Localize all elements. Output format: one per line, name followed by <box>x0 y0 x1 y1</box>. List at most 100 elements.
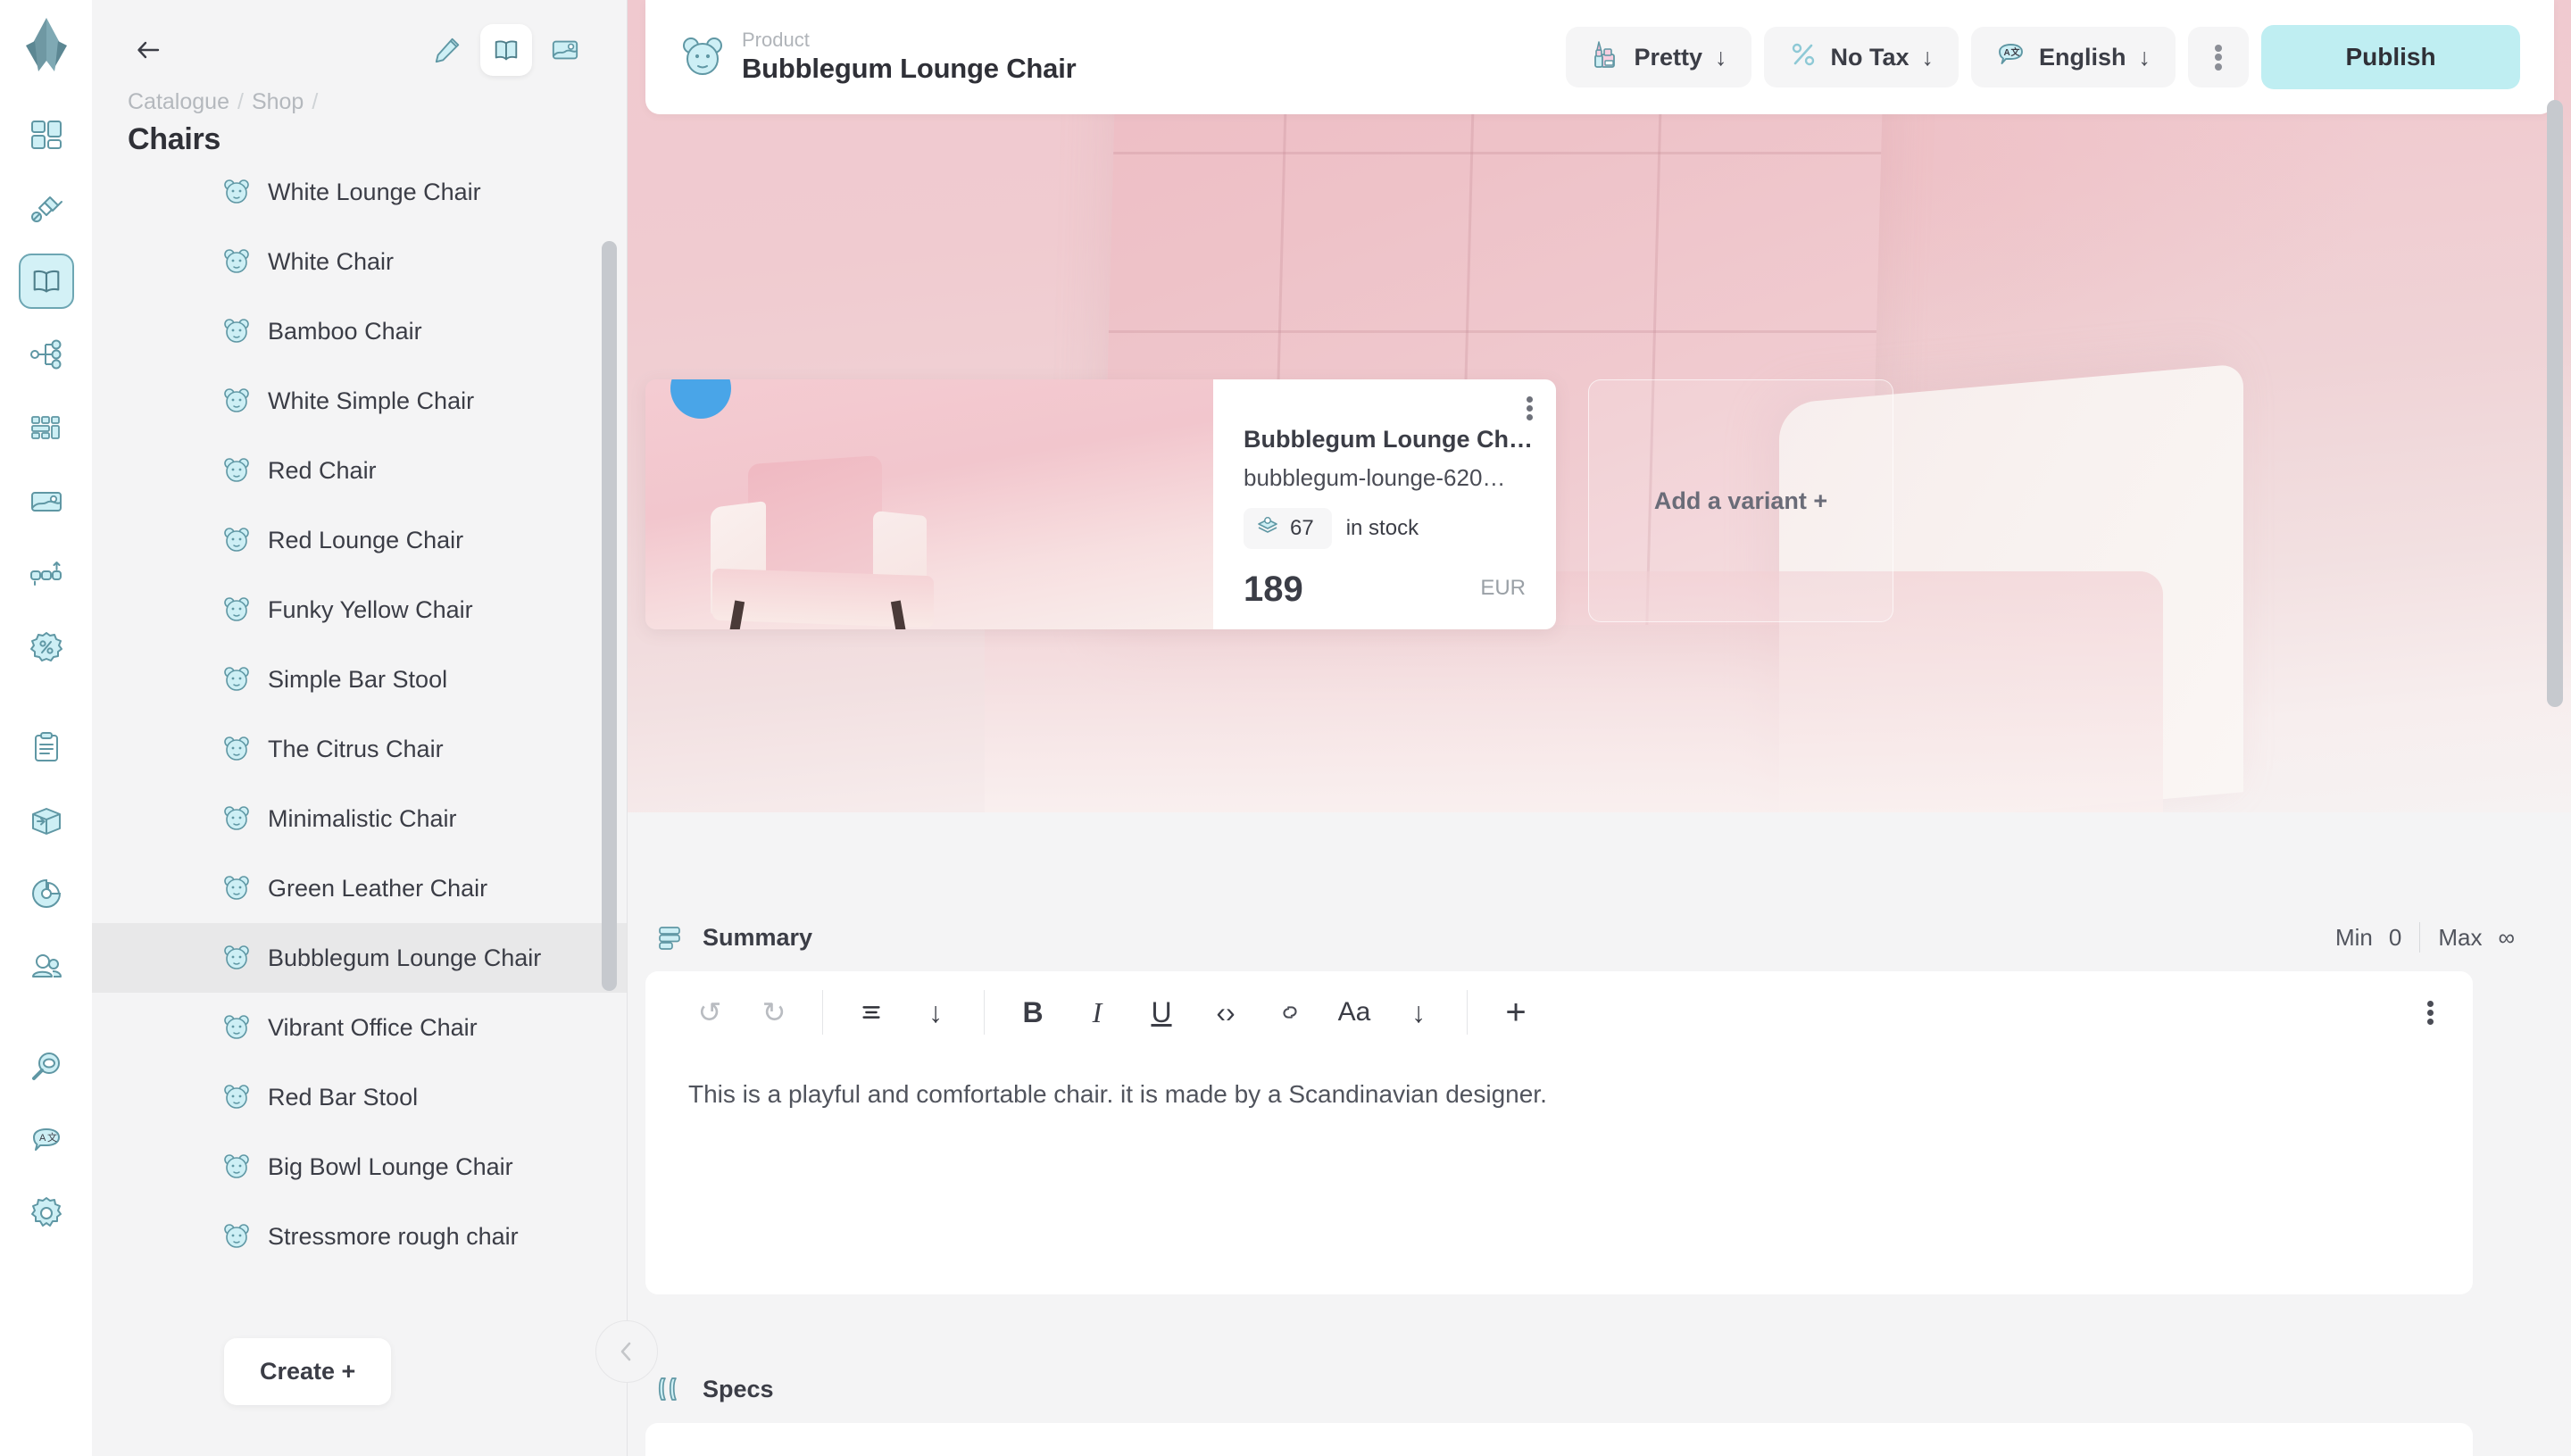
list-item[interactable]: Simple Bar Stool <box>92 645 627 714</box>
bear-avatar-icon <box>221 177 252 207</box>
publish-button[interactable]: Publish <box>2261 25 2520 89</box>
language-selector-button[interactable]: A 文 English ↓ <box>1970 27 2176 87</box>
stock-count-field[interactable]: 67 <box>1244 508 1332 549</box>
pie-chart-icon <box>31 878 61 908</box>
bear-avatar-icon <box>221 1221 252 1252</box>
max-value[interactable]: ∞ <box>2498 924 2515 952</box>
specs-header: Specs <box>645 1355 2554 1423</box>
format-group: B I U ‹› Aa ↓ <box>1001 980 1451 1044</box>
sidebar-item-plugins[interactable] <box>19 180 74 236</box>
edit-mode-button[interactable] <box>421 24 473 76</box>
topic-selector-button[interactable]: Pretty ↓ <box>1566 27 1752 87</box>
text-style-dropdown-button[interactable]: ↓ <box>1386 980 1451 1044</box>
specs-section: Specs <box>645 1355 2554 1456</box>
bear-avatar-icon <box>221 734 252 764</box>
sidebar-item-settings[interactable] <box>19 1186 74 1241</box>
collapse-sidebar-button[interactable] <box>595 1320 658 1383</box>
create-button[interactable]: Create + <box>224 1337 392 1405</box>
list-item[interactable]: White Lounge Chair <box>92 161 627 227</box>
sidebar-item-export[interactable] <box>19 546 74 602</box>
list-item-label: Vibrant Office Chair <box>268 1013 478 1041</box>
list-item[interactable]: Red Lounge Chair <box>92 505 627 575</box>
sidebar-item-catalogue[interactable] <box>18 254 74 309</box>
main-scrollbar[interactable] <box>2547 100 2563 707</box>
tax-selector-button[interactable]: No Tax ↓ <box>1764 27 1959 87</box>
bear-avatar-icon <box>221 246 252 277</box>
list-item[interactable]: Minimalistic Chair <box>92 784 627 853</box>
percent-icon <box>1789 40 1818 75</box>
svg-text:A: A <box>2003 48 2009 58</box>
dashboard-icon <box>30 121 62 149</box>
bear-avatar-icon <box>221 1152 252 1182</box>
sidebar-item-orders[interactable] <box>19 720 74 775</box>
crystal-logo[interactable] <box>19 16 74 75</box>
chevron-down-icon: ↓ <box>2138 43 2151 71</box>
redo-button[interactable]: ↻ <box>742 980 806 1044</box>
sidebar-item-customers[interactable] <box>19 939 74 994</box>
summary-section: Summary Min 0 Max ∞ ↺ ↻ ↓ B I U ‹› Aa ↓ … <box>645 903 2554 1294</box>
sidebar-scrollbar[interactable] <box>602 241 617 991</box>
sidebar-item-search[interactable] <box>19 1039 74 1094</box>
catalogue-mode-button[interactable] <box>480 24 532 76</box>
list-item[interactable]: The Citrus Chair <box>92 714 627 784</box>
more-options-button[interactable] <box>2188 27 2249 87</box>
summary-lines-icon <box>656 922 686 953</box>
list-item[interactable]: Big Bowl Lounge Chair <box>92 1132 627 1202</box>
clipboard-icon <box>34 732 58 761</box>
add-block-button[interactable]: + <box>1484 980 1548 1044</box>
align-dropdown-button[interactable]: ↓ <box>903 980 968 1044</box>
sidebar-item-media[interactable] <box>19 473 74 528</box>
variant-price: 189 <box>1244 570 1303 609</box>
sidebar-footer: Create + <box>92 1286 627 1456</box>
list-item[interactable]: Red Bar Stool <box>92 1062 627 1132</box>
text-style-button[interactable]: Aa <box>1322 980 1386 1044</box>
svg-text:文: 文 <box>2010 46 2020 58</box>
variant-more-button[interactable] <box>1527 394 1533 423</box>
list-item[interactable]: Stressmore rough chair <box>92 1202 627 1271</box>
summary-editor: ↺ ↻ ↓ B I U ‹› Aa ↓ + This is a playful … <box>645 971 2473 1294</box>
italic-button[interactable]: I <box>1065 980 1129 1044</box>
list-item-label: Red Bar Stool <box>268 1083 419 1111</box>
list-item-selected[interactable]: Bubblegum Lounge Chair <box>92 923 627 993</box>
breadcrumb-catalogue[interactable]: Catalogue <box>128 89 229 115</box>
sidebar-item-shipping[interactable] <box>19 793 74 848</box>
breadcrumb-shop[interactable]: Shop <box>252 89 304 115</box>
min-value[interactable]: 0 <box>2389 924 2401 952</box>
list-item[interactable]: Red Chair <box>92 436 627 505</box>
sidebar-item-layout[interactable] <box>19 400 74 455</box>
underline-button[interactable]: U <box>1129 980 1194 1044</box>
list-item[interactable]: Vibrant Office Chair <box>92 993 627 1062</box>
code-button[interactable]: ‹› <box>1194 980 1258 1044</box>
editor-more-button[interactable] <box>2427 998 2434 1028</box>
catalogue-item-list[interactable]: White Lounge Chair White Chair Bamboo Ch… <box>92 161 627 1286</box>
sidebar-item-structure[interactable] <box>19 327 74 382</box>
back-button[interactable] <box>128 29 169 71</box>
editor-toolbar: ↺ ↻ ↓ B I U ‹› Aa ↓ + <box>645 971 2473 1053</box>
add-variant-button[interactable]: Add a variant + <box>1588 379 1893 622</box>
list-item-label: White Lounge Chair <box>268 178 481 205</box>
list-item[interactable]: Green Leather Chair <box>92 853 627 923</box>
list-item[interactable]: Bamboo Chair <box>92 296 627 366</box>
variant-card[interactable]: Bubblegum Lounge Ch… bubblegum-lounge-62… <box>645 379 1556 629</box>
list-item-label: Big Bowl Lounge Chair <box>268 1152 513 1180</box>
list-item[interactable]: White Simple Chair <box>92 366 627 436</box>
list-item[interactable]: White Chair <box>92 227 627 296</box>
summary-body[interactable]: This is a playful and comfortable chair.… <box>645 1053 2473 1294</box>
list-item[interactable]: Funky Yellow Chair <box>92 575 627 645</box>
bear-avatar-icon <box>221 1012 252 1043</box>
toolbar-divider-1 <box>822 990 823 1035</box>
undo-button[interactable]: ↺ <box>678 980 742 1044</box>
bear-avatar-icon <box>679 34 726 80</box>
sidebar-item-dashboard[interactable] <box>19 107 74 162</box>
blue-accent-dot <box>670 379 731 419</box>
link-button[interactable] <box>1258 980 1322 1044</box>
language-selector-label: English <box>2038 43 2126 71</box>
sidebar-item-analytics[interactable] <box>19 866 74 921</box>
align-button[interactable] <box>839 980 903 1044</box>
sidebar-item-discounts[interactable] <box>19 620 74 675</box>
bold-button[interactable]: B <box>1001 980 1065 1044</box>
topic-selector-label: Pretty <box>1634 43 1702 71</box>
gear-icon <box>30 1197 62 1227</box>
media-mode-button[interactable] <box>539 24 591 76</box>
sidebar-item-languages[interactable]: A 文 <box>19 1112 74 1168</box>
